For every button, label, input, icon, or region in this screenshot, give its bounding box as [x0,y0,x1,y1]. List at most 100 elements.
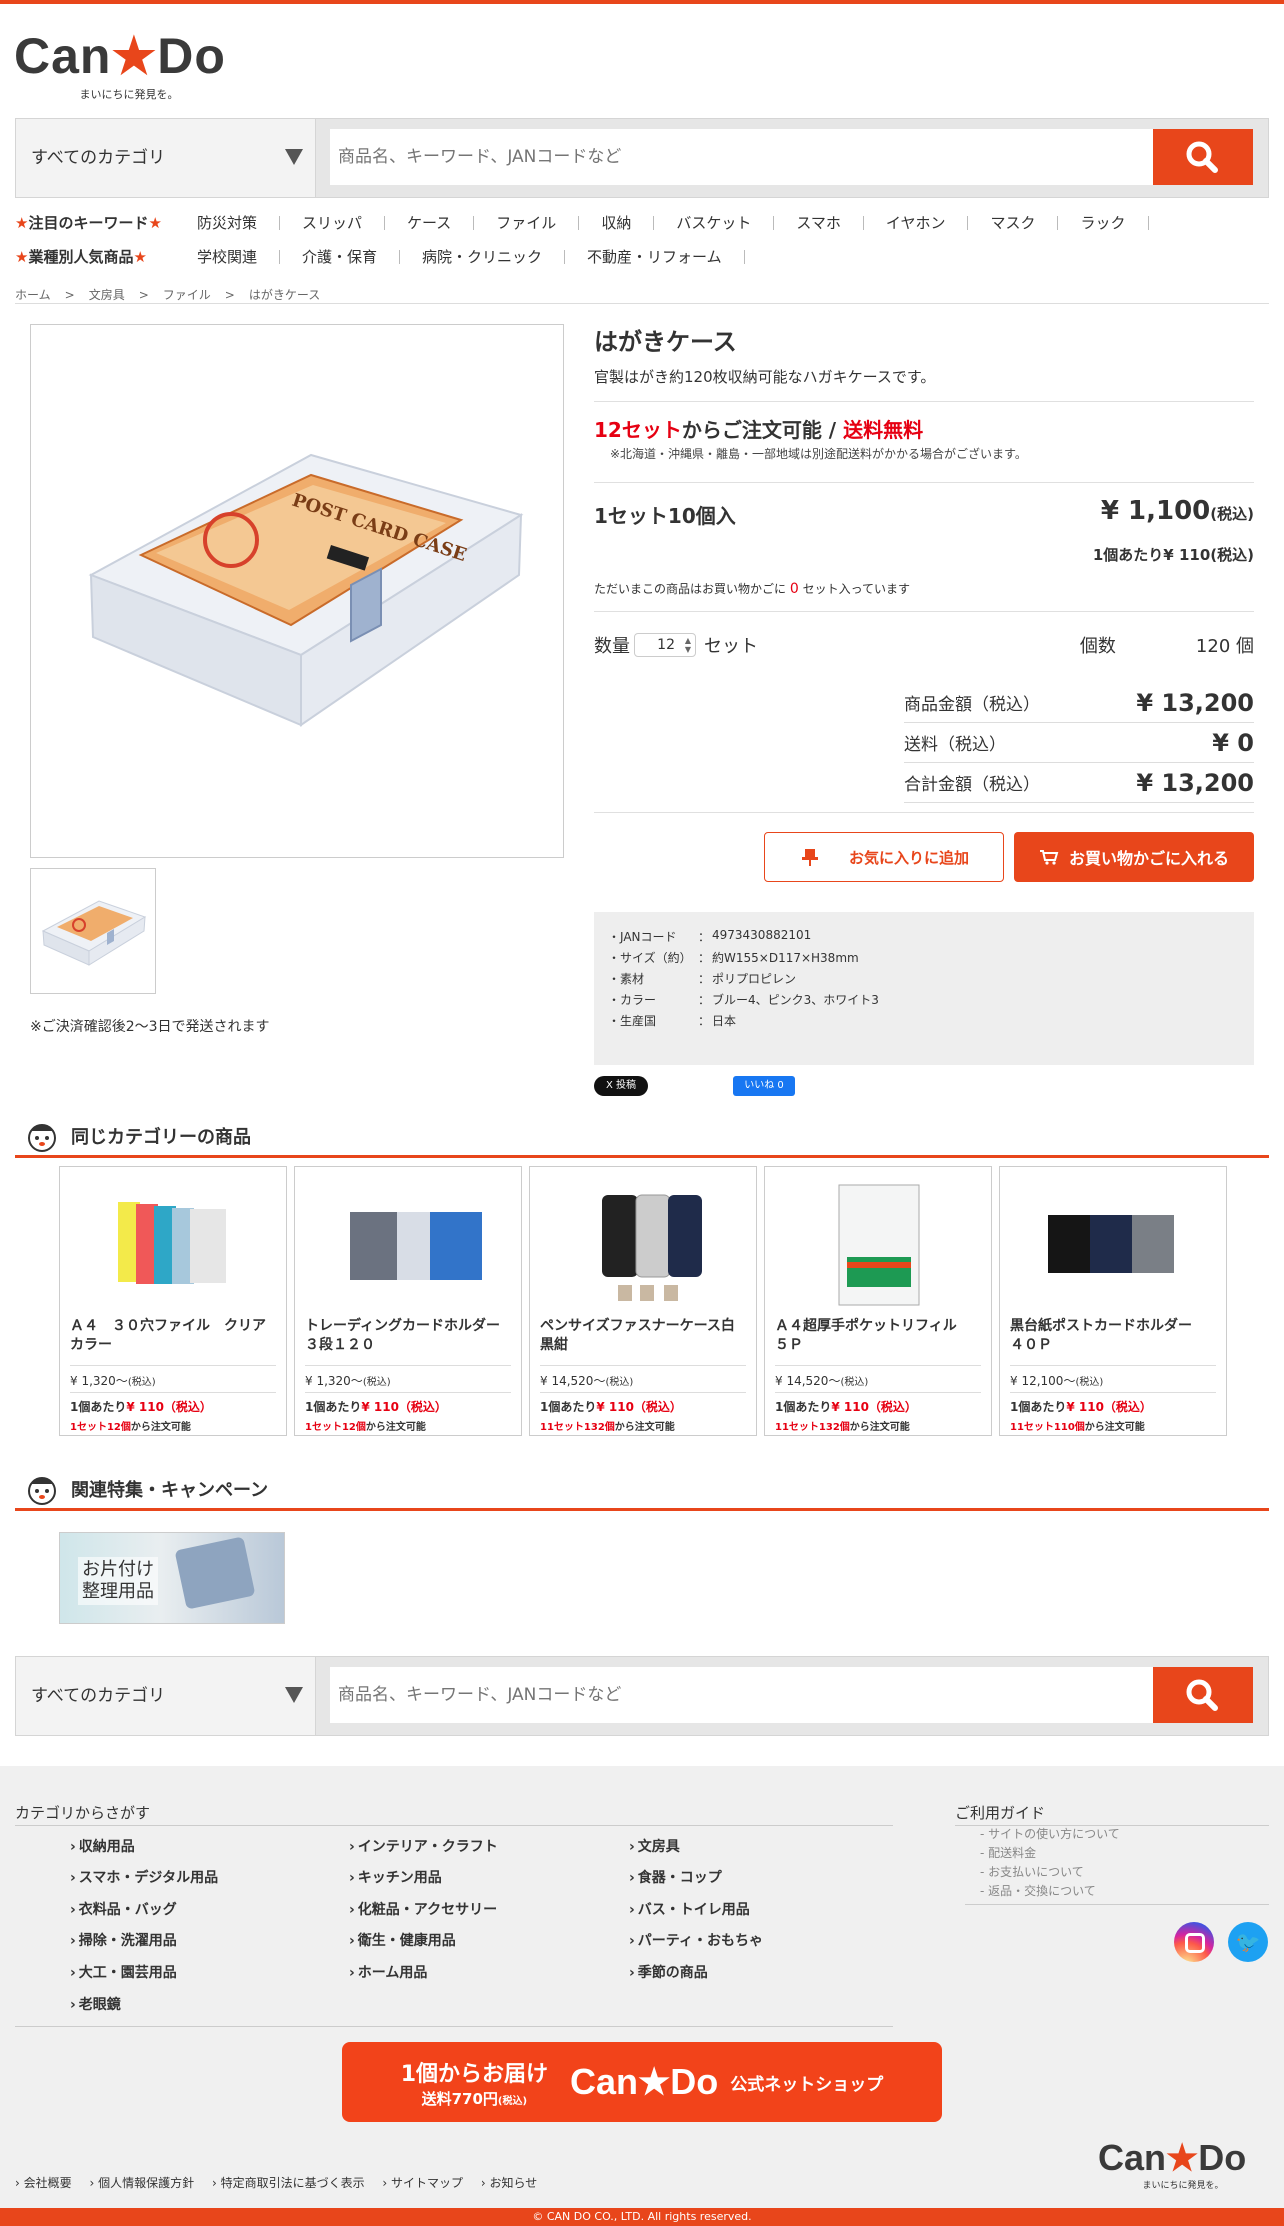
keyword-link[interactable]: ケース [385,215,475,230]
breadcrumb-file[interactable]: ファイル [163,288,211,302]
footer-category-link[interactable]: キッチン用品 [349,1867,442,1887]
keyword-link[interactable]: ラック [1058,215,1149,230]
footer-link[interactable]: お知らせ [481,2176,537,2190]
logo-do: Do [157,28,226,84]
set-price: ¥ 1,100(税込) [1100,496,1254,526]
campaign-heading: 関連特集・キャンペーン [15,1469,1269,1511]
related-product-price: ¥ 1,320〜(税込) [70,1365,276,1393]
site-logo[interactable]: Can★Do まいにちに発見を。 [14,28,254,102]
footer-category-link[interactable]: 化粧品・アクセサリー [349,1899,497,1919]
search-input[interactable] [330,129,1158,185]
quantity-unit: セット [704,636,758,657]
product-thumbnail[interactable] [30,868,156,994]
product-title: はがきケース [594,328,737,356]
min-order: 12セットからご注文可能 / 送料無料 [594,414,1254,443]
guide-divider [965,1904,1269,1905]
dropdown-arrow-icon [285,1687,303,1703]
footer-category-link[interactable]: スマホ・デジタル用品 [70,1867,218,1887]
related-product-price: ¥ 14,520〜(税込) [775,1365,981,1393]
footer-category-link[interactable]: インテリア・クラフト [349,1836,498,1856]
footer-category-link[interactable]: パーティ・おもちゃ [629,1930,763,1950]
footer-category-link[interactable]: 大工・園芸用品 [70,1962,177,1982]
related-product-card[interactable]: トレーディングカードホルダー３段１２０ ¥ 1,320〜(税込) 1個あたり¥ … [294,1166,522,1436]
related-product-card[interactable]: Ａ４超厚手ポケットリフィル ５Ｐ ¥ 14,520〜(税込) 1個あたり¥ 11… [764,1166,992,1436]
related-unit-price: 1個あたり¥ 110（税込） [540,1400,682,1414]
divider [594,812,1254,813]
instagram-icon[interactable] [1174,1922,1214,1962]
related-min-order: 1セット12個から注文可能 [70,1422,191,1433]
keyword-link[interactable]: 収納 [579,215,655,230]
logo-can: Can [14,28,112,84]
quantity-label: 数量 [594,636,630,657]
footer-category-link[interactable]: 収納用品 [70,1836,135,1856]
keyword-link[interactable]: スリッパ [280,215,386,230]
stepper-arrows-icon[interactable]: ▲ ▼ [685,636,691,654]
industry-link[interactable]: 不動産・リフォーム [565,249,745,264]
footer-link[interactable]: サイトマップ [382,2176,463,2190]
spec-row: ・カラー：ブルー4、ピンク3、ホワイト3 [608,993,879,1007]
twitter-icon[interactable]: 🐦 [1228,1922,1268,1962]
add-to-favorites-button[interactable]: お気に入りに追加 [764,832,1004,882]
guide-link[interactable]: - 返品・交換について [980,1882,1096,1899]
dropdown-arrow-icon [285,149,303,165]
logo-tagline: まいにちに発見を。 [79,88,179,101]
spec-row: ・サイズ（約）：約W155×D117×H38mm [608,951,859,965]
related-product-name[interactable]: トレーディングカードホルダー３段１２０ [305,1317,511,1361]
footer-category-link[interactable]: 季節の商品 [629,1962,708,1982]
footer-link[interactable]: 特定商取引法に基づく表示 [212,2176,365,2190]
footer-category-link[interactable]: 衛生・健康用品 [349,1930,456,1950]
related-product-name[interactable]: 黒台紙ポストカードホルダー ４０Ｐ [1010,1317,1216,1361]
keyword-link[interactable]: マスク [968,215,1059,230]
search-button[interactable] [1153,1667,1253,1723]
footer-category-link[interactable]: 食器・コップ [629,1867,722,1887]
guide-link[interactable]: - サイトの使い方について [980,1825,1120,1842]
related-product-price: ¥ 14,520〜(税込) [540,1365,746,1393]
pin-icon [801,849,818,866]
industry-link[interactable]: 介護・保育 [280,249,401,264]
search-input[interactable] [330,1667,1158,1723]
related-product-card[interactable]: ペンサイズファスナーケース白黒紺 ¥ 14,520〜(税込) 1個あたり¥ 11… [529,1166,757,1436]
footer-category-link[interactable]: バス・トイレ用品 [629,1899,750,1919]
keyword-link[interactable]: スマホ [774,215,864,230]
keyword-link[interactable]: ファイル [474,215,580,230]
divider [594,611,1254,612]
pieces-count: 個数 120 個 [1079,636,1254,657]
related-product-name[interactable]: Ａ４ ３０穴ファイル クリアカラー [70,1317,276,1361]
shipping-note: ※ご決済確認後2〜3日で発送されます [30,1019,270,1035]
related-product-name[interactable]: ペンサイズファスナーケース白黒紺 [540,1317,746,1361]
related-product-name[interactable]: Ａ４超厚手ポケットリフィル ５Ｐ [775,1317,981,1361]
category-select[interactable]: すべてのカテゴリ [16,1657,316,1735]
keyword-link[interactable]: 防災対策 [175,215,281,230]
industry-link[interactable]: 病院・クリニック [400,249,566,264]
footer-logo[interactable]: Can★Do まいにちに発見を。 [1098,2138,1274,2192]
logo-star-icon: ★ [111,28,158,84]
industry-link[interactable]: 学校関連 [175,249,281,264]
guide-link[interactable]: - 配送料金 [980,1844,1036,1861]
breadcrumb-home[interactable]: ホーム [15,288,51,302]
product-image [305,1167,511,1317]
breadcrumb-stationery[interactable]: 文房具 [89,288,125,302]
footer-category-link[interactable]: ホーム用品 [349,1962,428,1982]
keyword-link[interactable]: イヤホン [864,215,969,230]
footer-category-link[interactable]: 衣料品・バッグ [70,1899,177,1919]
footer-category-link[interactable]: 掃除・洗濯用品 [70,1930,177,1950]
footer-category-link[interactable]: 文房具 [629,1836,680,1856]
mascot-icon [28,1476,56,1505]
related-product-card[interactable]: 黒台紙ポストカードホルダー ４０Ｐ ¥ 12,100〜(税込) 1個あたり¥ 1… [999,1166,1227,1436]
shipping-row: 送料（税込） ¥ 0 [904,723,1254,763]
keyword-link[interactable]: バスケット [654,215,775,230]
footer-link[interactable]: 個人情報保護方針 [89,2176,194,2190]
campaign-banner[interactable]: お片付け 整理用品 [59,1532,285,1624]
add-to-cart-button[interactable]: お買い物かごに入れる [1014,832,1254,882]
category-select[interactable]: すべてのカテゴリ [16,119,316,197]
related-unit-price: 1個あたり¥ 110（税込） [775,1400,917,1414]
tweet-button[interactable]: X 投稿 [594,1076,648,1096]
shop-banner[interactable]: 1個からお届け 送料770円(税込) Can★Do 公式ネットショップ [342,2042,942,2122]
quantity-stepper[interactable]: 12 ▲ ▼ [634,633,696,657]
search-button[interactable] [1153,129,1253,185]
related-product-card[interactable]: Ａ４ ３０穴ファイル クリアカラー ¥ 1,320〜(税込) 1個あたり¥ 11… [59,1166,287,1436]
footer-link[interactable]: 会社概要 [15,2176,72,2190]
facebook-like-button[interactable]: いいね 0 [733,1076,795,1096]
footer-category-link[interactable]: 老眼鏡 [70,1994,121,2014]
guide-link[interactable]: - お支払いについて [980,1863,1084,1880]
